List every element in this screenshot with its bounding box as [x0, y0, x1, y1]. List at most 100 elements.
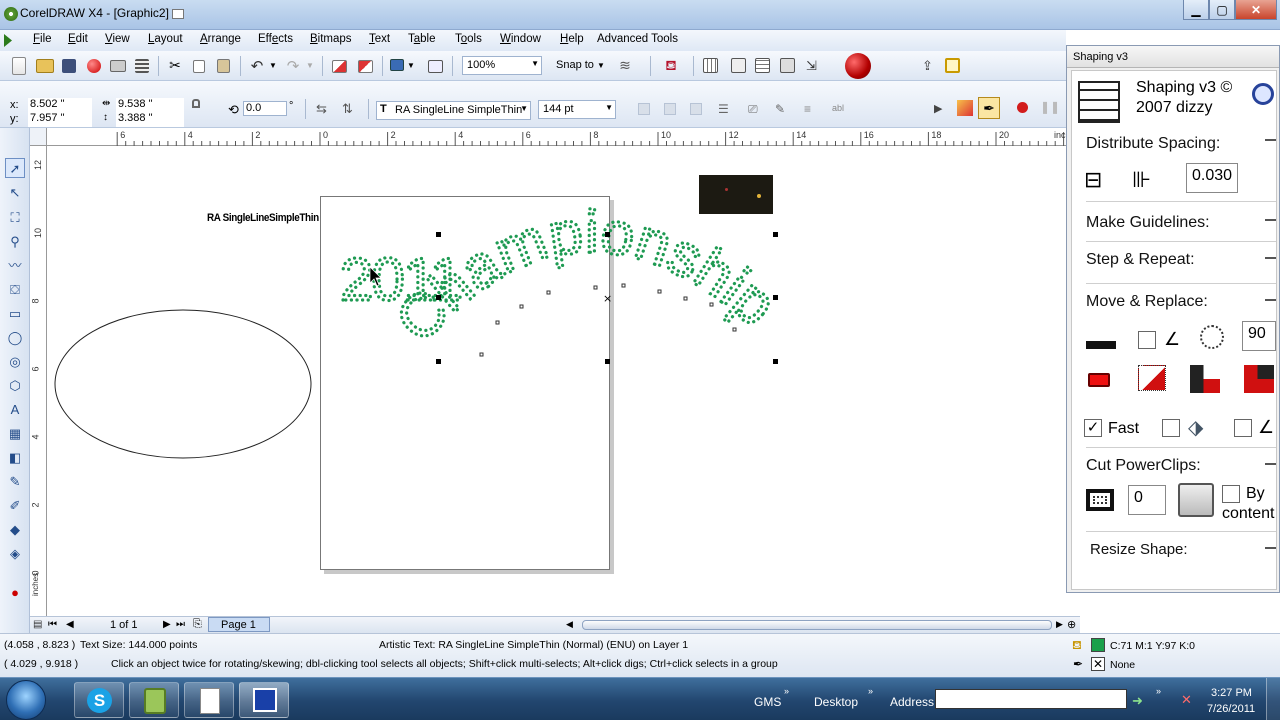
macro-shape-icon[interactable] — [957, 100, 973, 116]
zoom-tool-icon[interactable]: ⚲ — [5, 232, 25, 252]
align-icon[interactable]: ☰ — [718, 102, 729, 116]
docker-title[interactable]: Shaping v3 — [1067, 46, 1279, 68]
add-page-icon[interactable]: ⎘ — [193, 618, 202, 631]
vertical-ruler[interactable]: 12 10 8 6 4 2 0 inches — [30, 146, 47, 616]
width-field[interactable]: 9.538 " — [116, 98, 184, 113]
app-taskbar-button-2[interactable] — [129, 682, 179, 718]
interactive-fill-tool-icon[interactable]: ◈ — [5, 544, 25, 564]
by-content-checkbox[interactable] — [1222, 485, 1240, 503]
powerclip-frame-icon[interactable] — [1086, 489, 1114, 511]
copy-icon[interactable] — [193, 60, 205, 73]
collapse-powerclips-icon[interactable] — [1265, 463, 1276, 473]
outline-tool-icon[interactable]: ✐ — [5, 496, 25, 516]
scroll-left-icon[interactable]: ◀ — [566, 619, 573, 630]
replace-icon-3[interactable] — [1244, 365, 1274, 393]
mirror-vertical-icon[interactable]: ⇅ — [342, 101, 353, 117]
macro-icon-3[interactable] — [755, 58, 770, 73]
notepad-taskbar-button[interactable] — [184, 682, 234, 718]
interactive-blend-tool-icon[interactable]: ◧ — [5, 448, 25, 468]
menu-effects[interactable]: Effects — [258, 33, 293, 45]
redo-icon[interactable]: ↷ — [284, 57, 302, 75]
maximize-button[interactable]: ▢ — [1209, 0, 1235, 20]
underline-icon[interactable] — [690, 103, 702, 115]
rotate-dotted-icon[interactable] — [1200, 325, 1224, 349]
paste-icon[interactable] — [217, 59, 230, 73]
step-repeat-heading[interactable]: Step & Repeat: — [1086, 251, 1195, 269]
rotation-center-icon[interactable]: × — [603, 292, 612, 305]
zoom-navigator-icon[interactable]: ⊕ — [1067, 618, 1076, 631]
menu-edit[interactable]: Edit — [68, 33, 88, 45]
make-guidelines-heading[interactable]: Make Guidelines: — [1086, 214, 1210, 232]
print-icon[interactable] — [110, 60, 126, 72]
close-button[interactable]: ✕ — [1235, 0, 1277, 20]
basic-shapes-tool-icon[interactable]: ⬡ — [5, 376, 25, 396]
application-launcher-icon[interactable] — [390, 59, 404, 71]
tray-expand-icon[interactable]: » — [1156, 686, 1161, 696]
option-checkbox-3[interactable] — [1234, 419, 1252, 437]
previous-page-icon[interactable]: ◀ — [66, 619, 74, 630]
replace-icon-2[interactable] — [1190, 365, 1220, 393]
text-championship-object[interactable]: Championship — [381, 196, 790, 356]
last-page-icon[interactable]: ⏭ — [176, 619, 185, 630]
envelope-tool-icon[interactable]: ✒ — [978, 97, 1000, 119]
pause-icon[interactable]: ❚❚ — [1040, 100, 1060, 114]
fill-tool-icon[interactable]: ◆ — [5, 520, 25, 540]
resize-shape-heading[interactable]: Resize Shape: — [1090, 541, 1188, 558]
move-to-back-icon[interactable] — [1086, 325, 1116, 349]
drawing-canvas[interactable]: RA SingleLineSimpleThin 2011 Championshi… — [47, 146, 1066, 616]
edit-text-icon[interactable]: ✎ — [775, 102, 785, 116]
coreldraw-taskbar-button[interactable] — [239, 682, 289, 718]
start-button[interactable] — [6, 680, 46, 720]
options-icon[interactable]: ≋ — [616, 57, 634, 75]
fill-color-swatch[interactable] — [1091, 638, 1105, 652]
no-outline-swatch[interactable]: ✕ — [1091, 657, 1105, 671]
macro-icon-1[interactable] — [703, 58, 718, 73]
macro-icon-4[interactable] — [780, 58, 795, 73]
ruler-origin-corner[interactable] — [30, 128, 47, 146]
distribute-horizontal-icon[interactable]: ⊪ — [1132, 167, 1151, 193]
macro-icon-6[interactable]: ⇪ — [920, 58, 935, 73]
print-merge-icon[interactable] — [135, 59, 149, 73]
scroll-right-icon[interactable]: ▶ — [1056, 619, 1063, 630]
next-page-icon[interactable]: ▶ — [163, 619, 171, 630]
red-rectangle-icon[interactable] — [1088, 373, 1110, 387]
distribute-spacing-field[interactable]: 0.030 — [1186, 163, 1238, 193]
menu-file[interactable]: File — [33, 33, 52, 45]
eyedropper-tool-icon[interactable]: ✎ — [5, 472, 25, 492]
x-position-field[interactable]: 8.502 " — [28, 98, 92, 113]
menu-help[interactable]: Help — [560, 33, 584, 45]
menu-arrange[interactable]: Arrange — [200, 33, 241, 45]
desktop-toolbar-label[interactable]: Desktop — [814, 695, 858, 709]
gms-expand-icon[interactable]: » — [784, 686, 789, 696]
crop-tool-icon[interactable]: ⛶ — [5, 208, 25, 228]
magnifier-icon[interactable] — [1252, 83, 1274, 105]
record-macro-icon[interactable]: ● — [5, 583, 25, 603]
move-replace-heading[interactable]: Move & Replace: — [1086, 293, 1208, 311]
move-replace-checkbox[interactable] — [1138, 331, 1156, 349]
height-field[interactable]: 3.388 " — [116, 112, 184, 127]
mirror-horizontal-icon[interactable]: ⇆ — [316, 101, 327, 117]
launcher-dropdown-icon[interactable]: ▼ — [407, 57, 415, 75]
replace-icon-1[interactable] — [1138, 365, 1166, 391]
menu-table[interactable]: Table — [408, 33, 436, 45]
menu-bitmaps[interactable]: Bitmaps — [310, 33, 352, 45]
page-tab[interactable]: Page 1 — [208, 617, 270, 632]
freehand-tool-icon[interactable]: 〰 — [5, 256, 25, 276]
font-size-select[interactable]: 144 pt ▼ — [538, 100, 616, 119]
show-desktop-button[interactable] — [1266, 678, 1280, 720]
distribute-vertical-icon[interactable]: ⊟ — [1084, 167, 1102, 193]
powerclip-count-field[interactable]: 0 — [1128, 485, 1166, 515]
address-input[interactable] — [935, 689, 1127, 709]
cut-powerclips-heading[interactable]: Cut PowerClips: — [1086, 457, 1201, 475]
menu-layout[interactable]: Layout — [148, 33, 183, 45]
menu-window[interactable]: Window — [500, 33, 541, 45]
menu-advanced-tools[interactable]: Advanced Tools — [597, 33, 678, 45]
snap-to-dropdown[interactable]: Snap to ▼ — [556, 59, 605, 71]
network-error-icon[interactable]: ✕ — [1181, 692, 1192, 708]
welcome-screen-icon[interactable] — [428, 60, 443, 73]
horizontal-ruler[interactable]: 64202468101214161820 inches — [30, 128, 1080, 146]
minimize-button[interactable]: ▁ — [1183, 0, 1209, 20]
angle-field[interactable]: 90 — [1242, 321, 1276, 351]
new-document-icon[interactable] — [12, 57, 26, 75]
text-vertical-icon[interactable]: abl — [832, 103, 844, 113]
